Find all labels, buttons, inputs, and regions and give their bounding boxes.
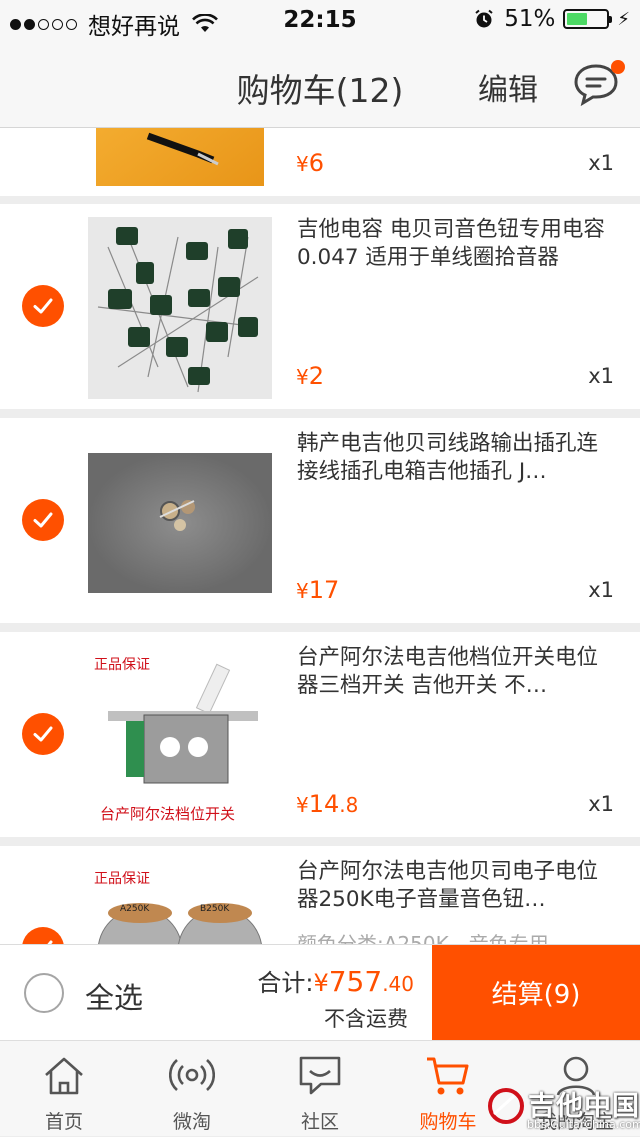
- battery-icon: [563, 9, 613, 29]
- nav-bar: 购物车(12) 编辑: [0, 40, 640, 128]
- product-image[interactable]: 正品保证 台产阿尔法档位开关: [88, 645, 272, 827]
- tab-label: 微淘: [172, 1111, 211, 1133]
- tab-community[interactable]: 社区: [256, 1041, 384, 1137]
- image-overlay-text-top: 正品保证: [94, 871, 150, 887]
- notification-badge: [611, 60, 625, 74]
- cart-item[interactable]: 吉他电容 电贝司音色钮专用电容 0.047 适用于单线圈拾音器 ¥2 x1: [0, 204, 640, 409]
- item-price: ¥2: [296, 362, 325, 390]
- product-image[interactable]: 正品保证 A250K B250K: [88, 859, 272, 944]
- item-checkbox[interactable]: [22, 713, 64, 755]
- broadcast-icon: [169, 1059, 215, 1091]
- item-quantity: x1: [588, 364, 614, 388]
- select-all-checkbox[interactable]: [24, 973, 64, 1013]
- page-title: 购物车(12): [236, 71, 404, 110]
- item-checkbox[interactable]: [22, 927, 64, 944]
- alarm-icon: [475, 9, 493, 28]
- item-quantity: x1: [588, 792, 614, 816]
- item-price: ¥14.8: [296, 790, 359, 818]
- cart-icon: [427, 1057, 469, 1095]
- watermark-logo-icon: [488, 1088, 524, 1124]
- shipping-note: 不含运费: [324, 1007, 408, 1031]
- cart-item[interactable]: 正品保证 台产阿尔法档位开关 台产阿尔法电吉他档位开关电位器三档开关 吉他开关 …: [0, 632, 640, 837]
- product-image[interactable]: [88, 128, 272, 186]
- status-bar: 想好再说 22:15 51% ⚡: [0, 0, 640, 40]
- chat-icon: [299, 1056, 341, 1095]
- cart-item[interactable]: ¥6 x1: [0, 128, 640, 196]
- battery-percent: 51%: [504, 6, 556, 32]
- checkout-button[interactable]: 结算(9): [432, 945, 640, 1040]
- tab-label: 社区: [300, 1111, 339, 1133]
- product-image[interactable]: [88, 431, 272, 613]
- pot-label-b: B250K: [200, 904, 230, 914]
- cart-list[interactable]: ¥6 x1 吉他电容 电贝司音色钮专用电容 0.047 适用于单线圈拾音器 ¥2…: [0, 128, 640, 944]
- select-all-label[interactable]: 全选: [85, 975, 143, 1017]
- item-title[interactable]: 韩产电吉他贝司线路输出插孔连接线插孔电箱吉他插孔 J…: [297, 430, 619, 486]
- tab-home[interactable]: 首页: [0, 1041, 128, 1137]
- item-sku: 颜色分类:A250K，音色专用: [297, 932, 549, 944]
- total-amount: 合计:¥757.40: [257, 965, 414, 998]
- home-icon: [45, 1057, 83, 1095]
- image-overlay-text-bottom: 台产阿尔法档位开关: [100, 805, 236, 823]
- edit-button[interactable]: 编辑: [478, 65, 538, 109]
- watermark-subtext: bbs.GuitarChina.com: [527, 1118, 640, 1131]
- cart-item[interactable]: 韩产电吉他贝司线路输出插孔连接线插孔电箱吉他插孔 J… ¥17 x1: [0, 418, 640, 623]
- item-quantity: x1: [588, 578, 614, 602]
- item-title[interactable]: 吉他电容 电贝司音色钮专用电容 0.047 适用于单线圈拾音器: [297, 216, 619, 272]
- cart-item[interactable]: 正品保证 A250K B250K 台产阿尔法电吉他贝司电子电位器250K电子音量…: [0, 846, 640, 944]
- checkmark-icon: [47, 940, 53, 944]
- item-title[interactable]: 台产阿尔法电吉他贝司电子电位器250K电子音量音色钮…: [297, 858, 619, 914]
- item-price: ¥6: [296, 149, 325, 177]
- item-price: ¥17: [296, 576, 340, 604]
- image-overlay-text-top: 正品保证: [94, 657, 150, 673]
- battery-level: [567, 13, 587, 25]
- tab-weitao[interactable]: 微淘: [128, 1041, 256, 1137]
- item-title[interactable]: 台产阿尔法电吉他档位开关电位器三档开关 吉他开关 不…: [297, 644, 619, 700]
- pot-label-a: A250K: [120, 904, 150, 914]
- product-image[interactable]: [88, 217, 272, 399]
- item-quantity: x1: [588, 151, 614, 175]
- charging-icon: ⚡: [617, 8, 630, 30]
- status-right: 51% ⚡: [474, 6, 630, 32]
- checkmark-icon: [33, 726, 53, 742]
- checkout-bar: 全选 合计:¥757.40 不含运费 结算(9): [0, 944, 640, 1040]
- checkmark-icon: [33, 512, 53, 528]
- tab-label: 首页: [44, 1111, 83, 1133]
- checkmark-icon: [33, 298, 53, 314]
- item-checkbox[interactable]: [22, 285, 64, 327]
- item-checkbox[interactable]: [22, 499, 64, 541]
